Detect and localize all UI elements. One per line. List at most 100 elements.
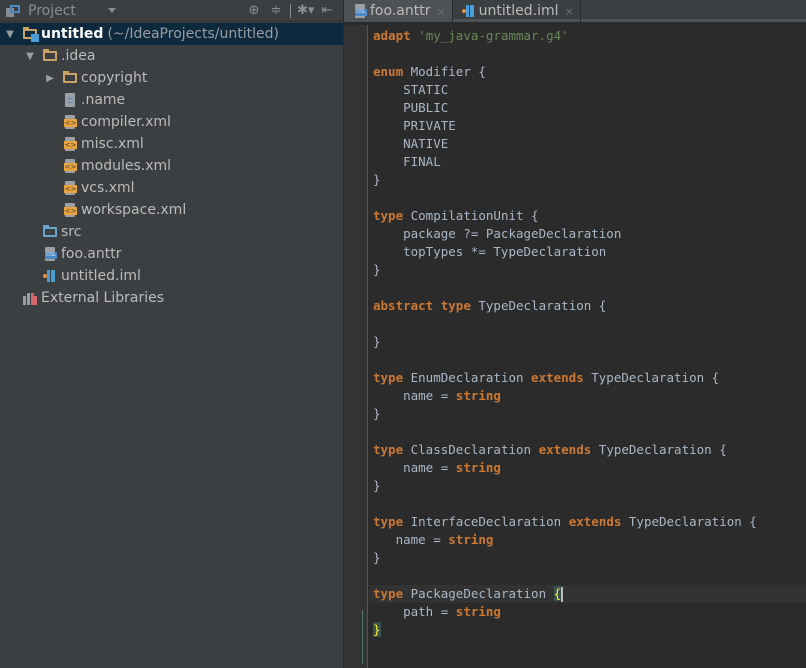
code-line[interactable]: type EnumDeclaration extends TypeDeclara… <box>369 369 806 387</box>
tree-item[interactable]: ▼ .idea <box>0 45 343 67</box>
code-token: ClassDeclaration <box>403 442 539 457</box>
code-line[interactable]: } <box>369 405 806 423</box>
tree-item-path: (~/IdeaProjects/untitled) <box>107 26 279 42</box>
tab-label: foo.anttr <box>370 3 431 19</box>
tree-item-label: copyright <box>81 70 148 86</box>
code-line[interactable]: type CompilationUnit { <box>369 207 806 225</box>
code-token: name = <box>373 460 456 475</box>
code-line[interactable] <box>369 495 806 513</box>
code-line[interactable]: name = string <box>369 459 806 477</box>
code-line[interactable]: FINAL <box>369 153 806 171</box>
toolbar-divider <box>290 3 291 18</box>
code-line[interactable]: adapt 'my_java-grammar.g4' <box>369 27 806 45</box>
code-line[interactable]: type ClassDeclaration extends TypeDeclar… <box>369 441 806 459</box>
tree-item-label: .name <box>81 92 126 108</box>
chevron-down-icon[interactable] <box>108 8 116 13</box>
expand-arrow-icon[interactable]: ▼ <box>24 51 36 62</box>
folder-icon <box>42 48 58 64</box>
code-token: FINAL <box>373 154 441 169</box>
code-token: } <box>373 478 381 493</box>
code-editor[interactable]: adapt 'my_java-grammar.g4' enum Modifier… <box>369 27 806 639</box>
keyword-token: type <box>373 586 404 601</box>
code-line[interactable]: } <box>369 261 806 279</box>
code-token: } <box>373 406 381 421</box>
code-line[interactable] <box>369 45 806 63</box>
code-line[interactable]: } <box>369 549 806 567</box>
settings-icon[interactable]: ✱▾ <box>297 3 314 18</box>
code-line[interactable]: PRIVATE <box>369 117 806 135</box>
code-line[interactable] <box>369 315 806 333</box>
close-icon[interactable]: × <box>565 5 574 18</box>
tree-item-label: External Libraries <box>41 290 164 306</box>
expand-arrow-icon[interactable]: ▼ <box>4 29 16 40</box>
keyword-token: extends <box>538 442 592 457</box>
tree-item[interactable]: DSL foo.anttr <box>0 243 343 265</box>
code-token: TypeDeclaration { <box>621 514 757 529</box>
editor-tab[interactable]: DSL foo.anttr × <box>344 0 453 22</box>
code-line[interactable]: STATIC <box>369 81 806 99</box>
collapse-all-icon[interactable]: ≑ <box>268 3 284 18</box>
hide-panel-icon[interactable]: ⇤ <box>319 3 335 18</box>
project-view-selector[interactable]: Project <box>0 3 120 19</box>
dsl-file-icon: DSL <box>352 3 368 19</box>
editor-tab[interactable]: untitled.iml × <box>453 0 581 22</box>
code-line[interactable]: package ?= PackageDeclaration <box>369 225 806 243</box>
xml-file-icon: <> <box>62 114 78 130</box>
tree-item[interactable]: External Libraries <box>0 287 343 309</box>
code-token: name = <box>373 532 449 547</box>
module-folder-icon <box>22 26 39 42</box>
tree-item-label: untitled.iml <box>61 268 141 284</box>
collapse-arrow-icon[interactable]: ▶ <box>44 73 56 84</box>
tree-item[interactable]: src <box>0 221 343 243</box>
code-token: PUBLIC <box>373 100 449 115</box>
code-line[interactable]: name = string <box>369 387 806 405</box>
keyword-token: abstract <box>373 298 434 313</box>
code-line[interactable] <box>369 189 806 207</box>
tree-item-label: misc.xml <box>81 136 144 152</box>
tree-item[interactable]: .name <box>0 89 343 111</box>
close-icon[interactable]: × <box>436 5 445 18</box>
code-line[interactable]: abstract type TypeDeclaration { <box>369 297 806 315</box>
tree-item-label: untitled <box>41 26 104 42</box>
locate-icon[interactable]: ⊕ <box>246 3 262 18</box>
keyword-token: extends <box>568 514 622 529</box>
code-token: Modifier { <box>403 64 486 79</box>
code-line[interactable]: enum Modifier { <box>369 63 806 81</box>
code-line[interactable]: } <box>369 333 806 351</box>
matched-brace: { <box>553 586 562 601</box>
tree-item[interactable]: <> compiler.xml <box>0 111 343 133</box>
code-line[interactable]: } <box>369 171 806 189</box>
editor-gutter <box>344 25 368 668</box>
code-line[interactable]: } <box>369 477 806 495</box>
code-token: topTypes *= TypeDeclaration <box>373 244 607 259</box>
code-line[interactable]: NATIVE <box>369 135 806 153</box>
tree-item[interactable]: <> modules.xml <box>0 155 343 177</box>
code-line[interactable]: topTypes *= TypeDeclaration <box>369 243 806 261</box>
tree-item[interactable]: <> misc.xml <box>0 133 343 155</box>
project-title: Project <box>28 2 76 19</box>
code-line[interactable]: } <box>369 621 806 639</box>
code-line[interactable] <box>369 567 806 585</box>
code-line[interactable] <box>369 423 806 441</box>
iml-file-icon <box>461 3 477 19</box>
code-token: NATIVE <box>373 136 449 151</box>
tree-item[interactable]: untitled.iml <box>0 265 343 287</box>
keyword-token: string <box>455 604 501 619</box>
vcs-change-marker[interactable] <box>362 610 363 664</box>
code-line[interactable]: type PackageDeclaration { <box>369 585 806 603</box>
code-token: } <box>373 262 381 277</box>
tree-item[interactable]: ▼ untitled (~/IdeaProjects/untitled) <box>0 23 343 45</box>
tree-item[interactable]: <> vcs.xml <box>0 177 343 199</box>
tree-item[interactable]: ▶ copyright <box>0 67 343 89</box>
tree-item[interactable]: <> workspace.xml <box>0 199 343 221</box>
code-line[interactable]: PUBLIC <box>369 99 806 117</box>
code-line[interactable]: path = string <box>369 603 806 621</box>
code-line[interactable]: type InterfaceDeclaration extends TypeDe… <box>369 513 806 531</box>
code-line[interactable] <box>369 279 806 297</box>
tree-item-label: vcs.xml <box>81 180 135 196</box>
code-line[interactable] <box>369 351 806 369</box>
tree-item-label: compiler.xml <box>81 114 171 130</box>
source-folder-icon <box>42 224 58 240</box>
code-line[interactable]: name = string <box>369 531 806 549</box>
